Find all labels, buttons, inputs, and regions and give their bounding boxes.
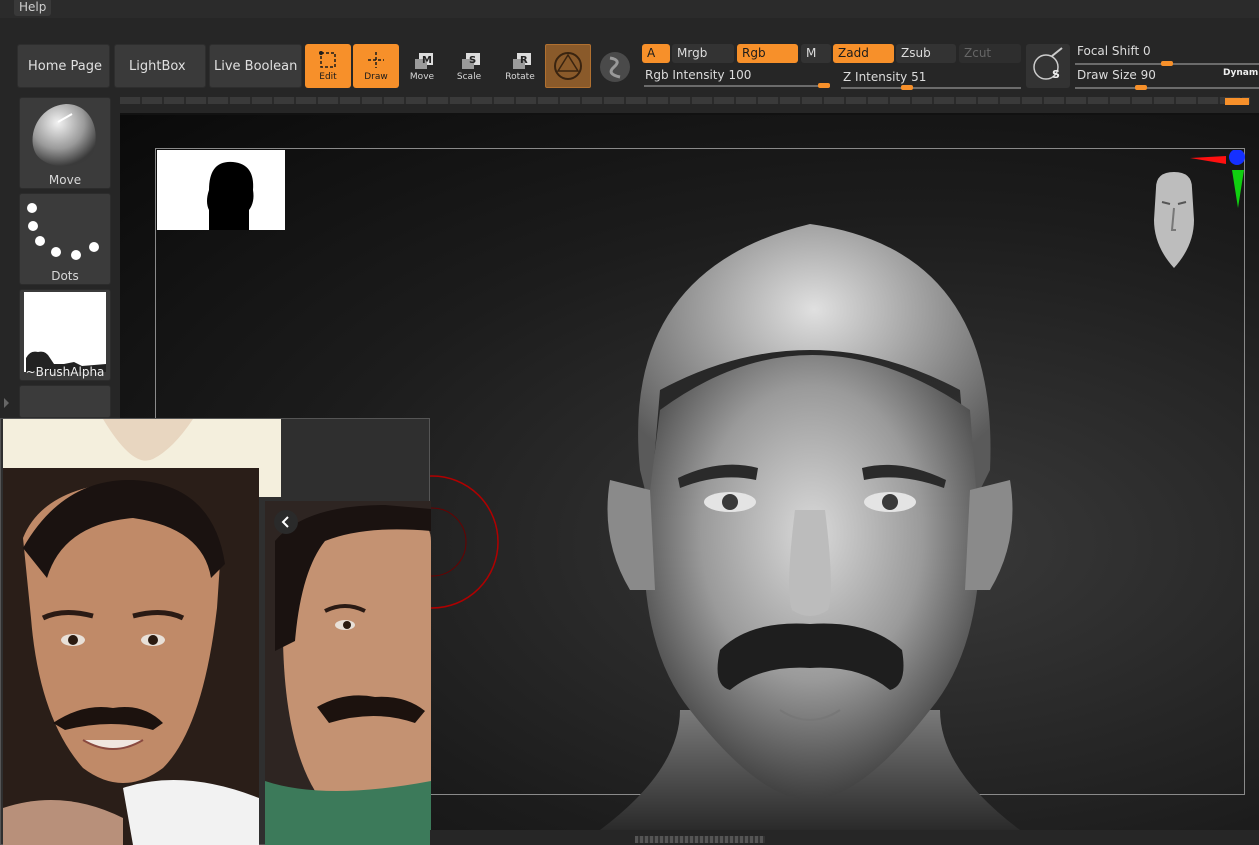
draw-size-text: Draw Size [1077, 68, 1137, 82]
scale-button[interactable]: S Scale [446, 44, 492, 88]
lazy-mouse-icon[interactable]: S [1026, 44, 1070, 88]
stroke-slot[interactable]: Dots [19, 193, 111, 285]
rgb-intensity-value: 100 [728, 68, 752, 82]
move-label: Move [409, 72, 435, 82]
lightbox-button[interactable]: LightBox [114, 44, 206, 88]
material-button[interactable] [545, 44, 591, 88]
draw-size-slider[interactable] [1075, 87, 1259, 89]
bottom-shelf [430, 830, 1259, 845]
focal-shift-knob[interactable] [1161, 61, 1173, 66]
menu-help[interactable]: Help [14, 0, 52, 16]
rotate-icon: R [513, 53, 531, 69]
focal-shift-value: 0 [1143, 44, 1151, 58]
alpha-slot[interactable]: ~BrushAlpha [19, 289, 111, 381]
reference-portrait-2 [265, 501, 431, 845]
rgb-intensity-slider[interactable] [644, 85, 830, 87]
home-page-button[interactable]: Home Page [17, 44, 110, 88]
move-brush-icon [32, 104, 96, 167]
back-arrow-icon[interactable] [273, 509, 299, 535]
material-sphere-icon [554, 52, 582, 80]
zcut-toggle[interactable]: Zcut [959, 44, 1021, 63]
rgb-intensity-text: Rgb Intensity [645, 68, 725, 82]
ruler-strip [120, 97, 1250, 104]
dynamic-label[interactable]: Dynamic [1223, 68, 1259, 78]
alpha-preview [24, 292, 106, 372]
draw-label: Draw [364, 72, 388, 82]
move-icon: M [415, 53, 433, 69]
scale-key: S [469, 55, 476, 66]
silhouette-thumbnail[interactable] [157, 150, 285, 230]
alpha-silhouette-icon [26, 351, 106, 372]
m-toggle[interactable]: M [801, 44, 831, 63]
rgb-intensity-knob[interactable] [818, 83, 830, 88]
z-intensity-label: Z Intensity 51 [843, 70, 926, 84]
focal-shift-label: Focal Shift 0 [1077, 44, 1151, 58]
focal-shift-text: Focal Shift [1077, 44, 1140, 58]
draw-icon [368, 52, 384, 68]
zadd-toggle[interactable]: Zadd [833, 44, 894, 63]
head-sculpt[interactable] [560, 210, 1060, 830]
edit-button[interactable]: Edit [305, 44, 351, 88]
reference-image-2[interactable] [265, 501, 431, 845]
stroke-label: Dots [51, 269, 79, 283]
reference-image-panel[interactable] [0, 418, 431, 845]
zsub-toggle[interactable]: Zsub [896, 44, 956, 63]
brush-label: Move [48, 173, 82, 187]
a-toggle[interactable]: A [642, 44, 670, 63]
rotate-button[interactable]: R Rotate [497, 44, 543, 88]
move-button[interactable]: M Move [399, 44, 445, 88]
head-silhouette-icon [207, 161, 254, 230]
reference-image-1[interactable] [3, 468, 259, 845]
rotate-key: R [520, 55, 528, 66]
sphere-icon[interactable] [598, 50, 632, 84]
texture-slot[interactable] [19, 385, 111, 418]
move-key: M [422, 55, 432, 66]
edit-icon [319, 51, 336, 68]
draw-size-knob[interactable] [1135, 85, 1148, 90]
mrgb-toggle[interactable]: Mrgb [672, 44, 734, 63]
tray-collapse-icon[interactable] [3, 396, 11, 410]
draw-size-label: Draw Size 90 [1077, 68, 1156, 82]
bottom-shelf-handle[interactable] [635, 836, 765, 843]
rgb-intensity-label: Rgb Intensity 100 [645, 68, 751, 82]
menu-bar: Help [0, 0, 1259, 18]
rgb-toggle[interactable]: Rgb [737, 44, 798, 63]
z-intensity-value: 51 [911, 70, 927, 84]
z-intensity-text: Z Intensity [843, 70, 908, 84]
draw-size-value: 90 [1140, 68, 1156, 82]
alpha-label: ~BrushAlpha [25, 365, 105, 379]
dots-stroke-icon [27, 203, 99, 260]
s-letter: S [1052, 68, 1060, 81]
z-intensity-slider[interactable] [841, 87, 1021, 89]
live-boolean-button[interactable]: Live Boolean [209, 44, 302, 88]
scale-icon: S [462, 53, 480, 69]
scale-label: Scale [456, 72, 482, 82]
draw-button[interactable]: Draw [353, 44, 399, 88]
edit-label: Edit [319, 72, 337, 82]
brush-slot[interactable]: Move [19, 97, 111, 189]
rotate-label: Rotate [505, 72, 535, 82]
reference-portrait-1 [3, 468, 259, 845]
ruler-marker[interactable] [1225, 98, 1249, 105]
z-intensity-knob[interactable] [900, 85, 913, 90]
navigation-head-gizmo[interactable] [1140, 150, 1250, 275]
